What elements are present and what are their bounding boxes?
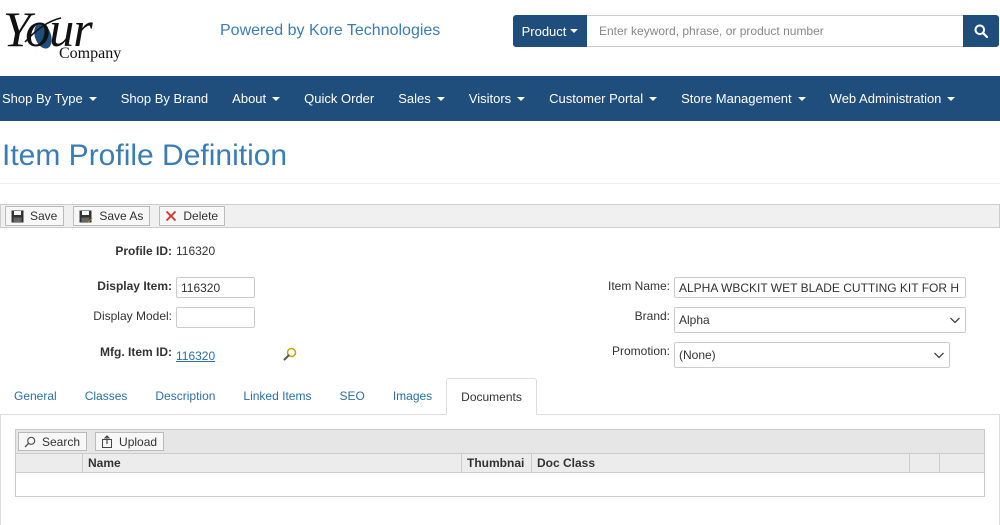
promotion-label: Promotion: (611, 344, 670, 358)
nav-label: Visitors (468, 91, 512, 106)
save-button[interactable]: Save (5, 206, 65, 226)
column-header-extra[interactable] (910, 454, 940, 472)
caret-down-icon (570, 29, 579, 33)
item-name-label: Item Name: (607, 279, 670, 293)
display-model-label: Display Model: (93, 309, 172, 323)
column-header-actions[interactable] (940, 454, 984, 472)
profile-id-label: Profile ID: (115, 244, 172, 258)
profile-id-value: 116320 (176, 244, 216, 258)
display-item-field[interactable] (176, 277, 255, 298)
tab-images[interactable]: Images (379, 378, 446, 414)
powered-by-text: Powered by Kore Technologies (220, 22, 441, 39)
chevron-down-icon (934, 352, 944, 359)
display-item-label: Display Item: (97, 279, 172, 293)
profile-tabs: General Classes Description Linked Items… (0, 378, 1000, 415)
caret-down-icon (88, 96, 97, 101)
chevron-down-icon (950, 317, 960, 324)
nav-customer-portal[interactable]: Customer Portal (537, 76, 669, 121)
save-label: Save (30, 209, 58, 223)
documents-grid-body (15, 473, 985, 497)
search-input[interactable] (587, 15, 963, 47)
caret-down-icon (947, 96, 956, 101)
action-toolbar: Save Save As Delete (0, 204, 1000, 228)
nav-label: Sales (398, 91, 431, 106)
caret-down-icon (436, 96, 445, 101)
nav-shop-by-brand[interactable]: Shop By Brand (109, 76, 220, 121)
caret-down-icon (517, 96, 526, 101)
column-header-thumbnail[interactable]: Thumbnai (462, 454, 532, 472)
nav-store-management[interactable]: Store Management (669, 76, 818, 121)
documents-upload-label: Upload (119, 434, 158, 449)
save-as-button[interactable]: Save As (73, 206, 151, 226)
nav-label: Quick Order (304, 91, 375, 106)
tab-classes[interactable]: Classes (71, 378, 142, 414)
delete-icon (166, 210, 177, 222)
promotion-select[interactable]: (None) (674, 342, 950, 368)
nav-label: Web Administration (829, 91, 942, 106)
brand-label: Brand: (634, 309, 670, 323)
promotion-selected: (None) (679, 348, 716, 362)
save-as-icon (79, 210, 93, 222)
page-title: Item Profile Definition (2, 139, 288, 172)
mfg-item-id-label: Mfg. Item ID: (100, 345, 172, 359)
nav-web-administration[interactable]: Web Administration (818, 76, 968, 121)
search-button[interactable] (963, 15, 999, 47)
column-header-doc-class[interactable]: Doc Class (532, 454, 910, 472)
caret-down-icon (272, 96, 281, 101)
column-header-select[interactable] (16, 454, 83, 472)
brand-select[interactable]: Alpha (674, 307, 966, 333)
tab-description[interactable]: Description (141, 378, 229, 414)
documents-grid-header: Name Thumbnai Doc Class (15, 454, 985, 473)
search-icon (24, 436, 36, 447)
nav-quick-order[interactable]: Quick Order (292, 76, 386, 121)
nav-visitors[interactable]: Visitors (457, 76, 537, 121)
documents-toolbar: Search Upload (15, 429, 985, 454)
documents-search-button[interactable]: Search (18, 432, 88, 451)
tab-documents[interactable]: Documents (446, 378, 537, 415)
caret-down-icon (649, 96, 658, 101)
title-divider (0, 183, 1000, 184)
nav-shop-by-type[interactable]: Shop By Type (0, 76, 109, 121)
upload-icon (102, 435, 113, 448)
mfg-item-id-link[interactable]: 116320 (176, 349, 215, 363)
tab-general[interactable]: General (0, 378, 71, 414)
company-logo[interactable]: Your Company (3, 4, 143, 66)
nav-about[interactable]: About (220, 76, 292, 121)
nav-label: Shop By Type (2, 91, 83, 106)
lookup-magnifier-icon[interactable] (283, 347, 297, 361)
nav-label: Customer Portal (549, 91, 644, 106)
search-category-label: Product (521, 23, 567, 39)
column-header-name[interactable]: Name (83, 454, 462, 472)
search-bar: Product (513, 15, 999, 47)
search-icon (974, 24, 988, 38)
nav-label: Shop By Brand (120, 91, 209, 106)
nav-sales[interactable]: Sales (386, 76, 457, 121)
site-header: Your Company Powered by Kore Technologie… (0, 0, 1000, 75)
display-model-field[interactable] (176, 307, 255, 328)
tab-linked-items[interactable]: Linked Items (229, 378, 325, 414)
tab-seo[interactable]: SEO (325, 378, 378, 414)
delete-label: Delete (183, 209, 219, 223)
nav-label: About (232, 91, 267, 106)
save-as-label: Save As (99, 209, 144, 223)
search-category-dropdown[interactable]: Product (513, 15, 587, 47)
brand-selected: Alpha (679, 313, 710, 327)
logo-subtext: Company (59, 45, 122, 62)
documents-search-label: Search (42, 434, 81, 449)
delete-button[interactable]: Delete (159, 206, 226, 226)
documents-upload-button[interactable]: Upload (95, 432, 165, 451)
item-name-field[interactable] (674, 277, 966, 298)
main-nav: Shop By Type Shop By Brand About Quick O… (0, 76, 1000, 121)
nav-label: Store Management (681, 91, 792, 106)
save-icon (11, 210, 24, 222)
caret-down-icon (797, 96, 806, 101)
